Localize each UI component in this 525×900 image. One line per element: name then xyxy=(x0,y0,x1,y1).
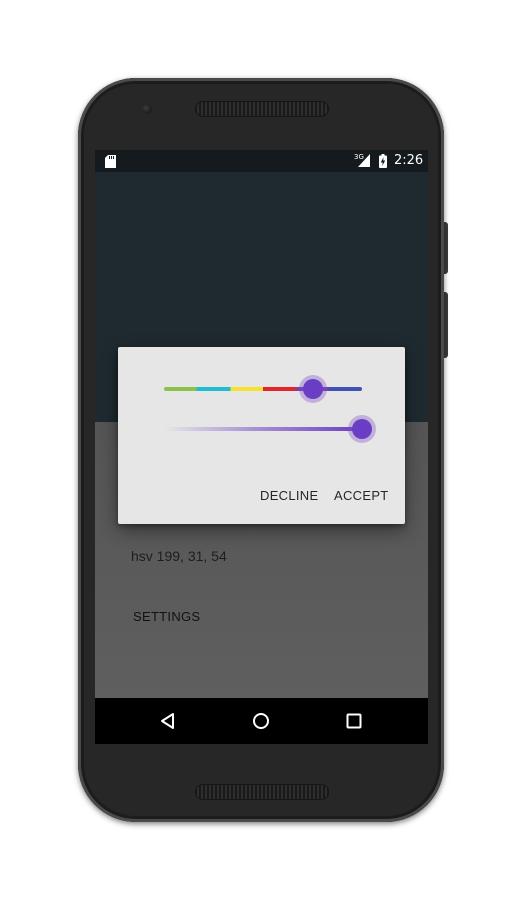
recents-icon[interactable] xyxy=(346,713,362,729)
bottom-speaker-grille xyxy=(195,784,329,800)
status-clock: 2:26 xyxy=(394,153,424,168)
hue-slider-thumb[interactable] xyxy=(302,379,323,399)
hue-slider-track[interactable] xyxy=(164,387,362,391)
settings-button[interactable]: SETTINGS xyxy=(133,609,200,624)
hue-slider[interactable] xyxy=(164,375,362,403)
device-frame: 3G 2:26 hsv 199, 31, 54 SETTINGS DECLINE… xyxy=(0,0,525,900)
accept-button[interactable]: ACCEPT xyxy=(334,488,389,503)
battery-charging-icon xyxy=(379,154,387,168)
screen: 3G 2:26 hsv 199, 31, 54 SETTINGS DECLINE… xyxy=(95,150,428,744)
top-speaker-grille xyxy=(195,101,329,117)
cell-signal-icon xyxy=(358,154,370,167)
saturation-slider-track[interactable] xyxy=(164,427,362,431)
saturation-slider-thumb[interactable] xyxy=(352,419,372,439)
back-icon[interactable] xyxy=(159,712,177,730)
hsv-value-text: hsv 199, 31, 54 xyxy=(131,548,227,564)
navigation-bar xyxy=(95,698,428,744)
status-bar: 3G 2:26 xyxy=(95,150,428,172)
decline-button[interactable]: DECLINE xyxy=(260,488,318,503)
sd-card-icon xyxy=(105,155,116,168)
color-picker-dialog: DECLINE ACCEPT xyxy=(118,347,405,524)
home-icon[interactable] xyxy=(252,712,270,730)
front-camera xyxy=(142,104,152,114)
saturation-slider[interactable] xyxy=(164,415,376,443)
